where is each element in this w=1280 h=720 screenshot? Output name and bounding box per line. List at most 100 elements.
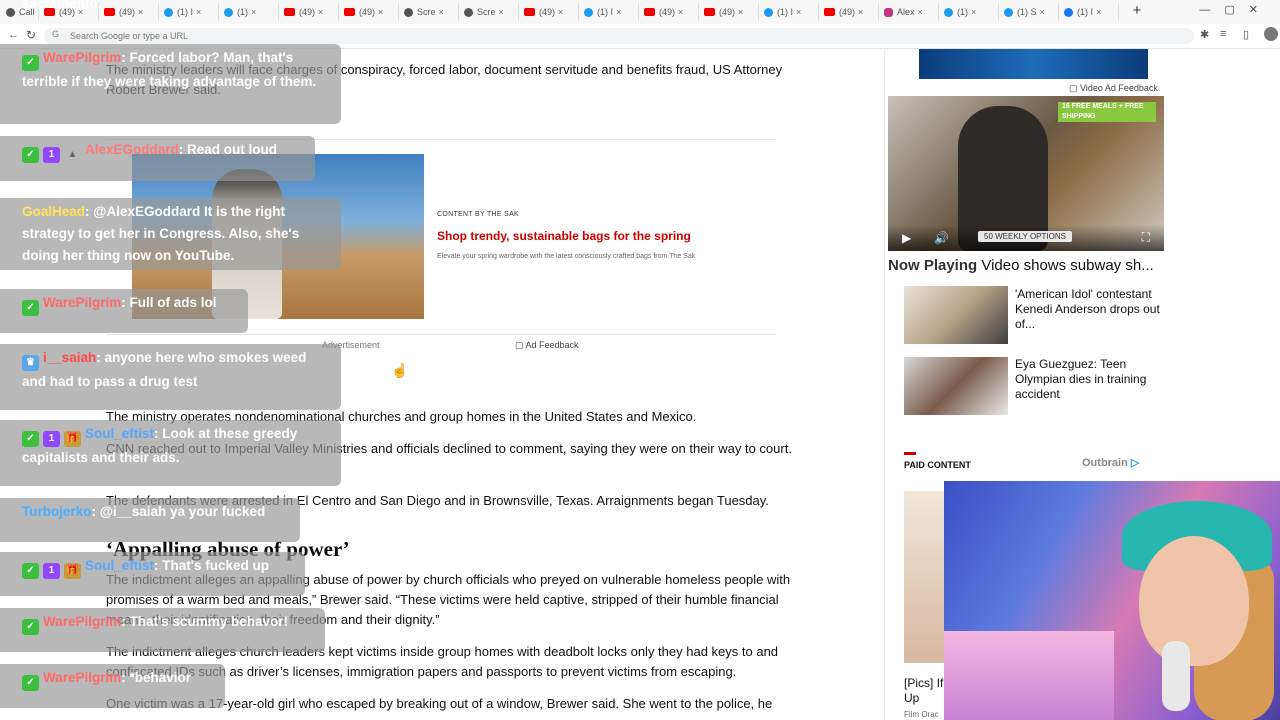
browser-tab[interactable]: (1) × <box>220 3 279 21</box>
paid-content-thumbnail[interactable] <box>904 491 945 663</box>
video-thumbnail[interactable] <box>904 357 1008 415</box>
browser-tab[interactable]: (1) I × <box>1060 3 1119 21</box>
browser-tab[interactable]: (1) I × <box>580 3 639 21</box>
chat-fragment: sacramento. <box>22 0 102 11</box>
extensions-icon[interactable]: ✱ <box>1200 28 1209 41</box>
close-tab-icon[interactable]: × <box>138 7 143 17</box>
chat-message: ✓ WarePilgrim: Full of ads lol <box>0 289 248 333</box>
video-player[interactable]: 16 FREE MEALS + FREE SHIPPING ▶ 🔊 50 WEE… <box>888 96 1164 251</box>
tab-label: (49) <box>839 7 856 17</box>
close-tab-icon[interactable]: × <box>558 7 563 17</box>
new-tab-button[interactable]: + <box>1129 3 1145 19</box>
chat-username: Soul_eftist <box>85 426 155 441</box>
close-tab-icon[interactable]: × <box>678 7 683 17</box>
verified-badge-icon: ✓ <box>22 431 39 447</box>
close-tab-icon[interactable]: × <box>971 7 976 17</box>
fullscreen-icon[interactable]: ⛶ <box>1142 230 1150 245</box>
weekly-options-button[interactable]: 50 WEEKLY OPTIONS <box>978 231 1072 242</box>
close-tab-icon[interactable]: × <box>378 7 383 17</box>
paid-content-title[interactable]: [Pics] If Up <box>904 676 944 706</box>
chat-text: : Full of ads lol <box>121 295 217 310</box>
chat-username: GoalHead <box>22 204 86 219</box>
browser-tab[interactable]: Scre × <box>460 3 519 21</box>
feedback-icon: ▢ <box>515 340 526 350</box>
reading-list-icon[interactable]: ≡ <box>1220 28 1226 40</box>
volume-icon[interactable]: 🔊 <box>934 231 949 245</box>
outbrain-logo[interactable]: Outbrain ▷ <box>1082 456 1139 469</box>
instagram-icon <box>884 7 893 17</box>
verified-badge-icon: ✓ <box>22 300 39 316</box>
close-tab-icon[interactable]: × <box>196 7 201 17</box>
chat-text: : *behavior <box>121 670 192 685</box>
close-tab-icon[interactable]: × <box>439 7 444 17</box>
now-playing-title: Video shows subway sh... <box>981 257 1154 274</box>
omnibox[interactable]: Search Google or type a URL <box>44 28 1194 44</box>
ad-divider-bottom <box>106 334 776 335</box>
chat-username: i__saiah <box>43 350 97 365</box>
chat-username: AlexEGoddard <box>85 142 179 157</box>
verified-badge-icon: ✓ <box>22 55 39 71</box>
back-icon[interactable]: ← <box>8 29 19 41</box>
video-ad-feedback-label: Video Ad Feedback <box>1080 83 1158 93</box>
tab-label: Scre <box>477 7 496 17</box>
chat-username: WarePilgrim <box>43 295 122 310</box>
reload-icon[interactable]: ↻ <box>26 28 36 42</box>
close-tab-icon[interactable]: × <box>499 7 504 17</box>
paid-content-source: Film Orac <box>904 710 939 719</box>
hand-cursor-icon: ☝ <box>391 362 409 378</box>
chat-message: ✓ 1 ▲ AlexEGoddard: Read out loud <box>0 136 315 181</box>
ad-title-link[interactable]: Shop trendy, sustainable bags for the sp… <box>437 229 691 243</box>
rail-ad-image[interactable] <box>919 49 1148 79</box>
browser-tab[interactable]: Alex × <box>880 3 939 21</box>
twitter-icon <box>764 7 773 17</box>
video-ad-feedback-link[interactable]: ▢ Video Ad Feedback <box>1069 83 1158 94</box>
browser-tab[interactable]: (49) × <box>340 3 399 21</box>
browser-tab[interactable]: (1) I × <box>760 3 819 21</box>
browser-tab[interactable]: (49) × <box>820 3 879 21</box>
browser-tab[interactable]: (49) × <box>280 3 339 21</box>
close-tab-icon[interactable]: × <box>918 7 923 17</box>
video-ad-badge: 16 FREE MEALS + FREE SHIPPING <box>1058 102 1156 122</box>
chat-username: Turbojerko <box>22 504 92 519</box>
tab-label: (49) <box>539 7 556 17</box>
browser-tab[interactable]: (1) S × <box>1000 3 1059 21</box>
browser-tab[interactable]: (49) × <box>640 3 699 21</box>
close-tab-icon[interactable]: × <box>796 7 801 17</box>
browser-tab[interactable]: (49) × <box>520 3 579 21</box>
prime-badge-icon: ▲ <box>64 147 81 163</box>
video-title-link[interactable]: Eya Guezguez: Teen Olympian dies in trai… <box>1015 357 1165 402</box>
tab-label: (49) <box>719 7 736 17</box>
youtube-icon <box>704 8 715 16</box>
close-tab-icon[interactable]: × <box>858 7 863 17</box>
video-title-link[interactable]: 'American Idol' contestant Kenedi Anders… <box>1015 287 1165 332</box>
browser-tab[interactable]: Scre × <box>400 3 459 21</box>
profile-avatar[interactable] <box>1264 27 1278 41</box>
play-icon[interactable]: ▶ <box>902 231 911 245</box>
close-tab-icon[interactable]: × <box>616 7 621 17</box>
browser-tab[interactable]: (49) × <box>100 3 159 21</box>
window-controls[interactable]: —▢✕ <box>1199 3 1272 16</box>
ad-feedback-link[interactable]: ▢ Ad Feedback <box>515 340 579 351</box>
tab-label: (1) <box>957 7 968 17</box>
close-tab-icon[interactable]: × <box>738 7 743 17</box>
browser-tab[interactable]: (1) I × <box>160 3 219 21</box>
twitter-icon <box>224 7 233 17</box>
video-thumbnail[interactable] <box>904 286 1008 344</box>
subscriber-badge-icon: 1 <box>43 431 60 447</box>
close-tab-icon[interactable]: × <box>1096 7 1101 17</box>
browser-tab[interactable]: (1) × <box>940 3 999 21</box>
close-tab-icon[interactable]: × <box>318 7 323 17</box>
youtube-icon <box>104 8 115 16</box>
close-tab-icon[interactable]: × <box>1040 7 1045 17</box>
tab-label: (49) <box>119 7 136 17</box>
chat-text: : That's scummy behavor! <box>121 614 289 629</box>
chat-message: ♛ i__saiah: anyone here who smokes weed a… <box>0 344 341 410</box>
youtube-icon <box>524 8 535 16</box>
crown-badge-icon: ♛ <box>22 355 39 371</box>
twitter-icon <box>1004 7 1013 17</box>
now-playing[interactable]: Now Playing Video shows subway sh... <box>888 257 1154 274</box>
tab-label: (49) <box>359 7 376 17</box>
browser-tab[interactable]: (49) × <box>700 3 759 21</box>
sidebar-icon[interactable]: ▯ <box>1243 28 1249 41</box>
close-tab-icon[interactable]: × <box>251 7 256 17</box>
